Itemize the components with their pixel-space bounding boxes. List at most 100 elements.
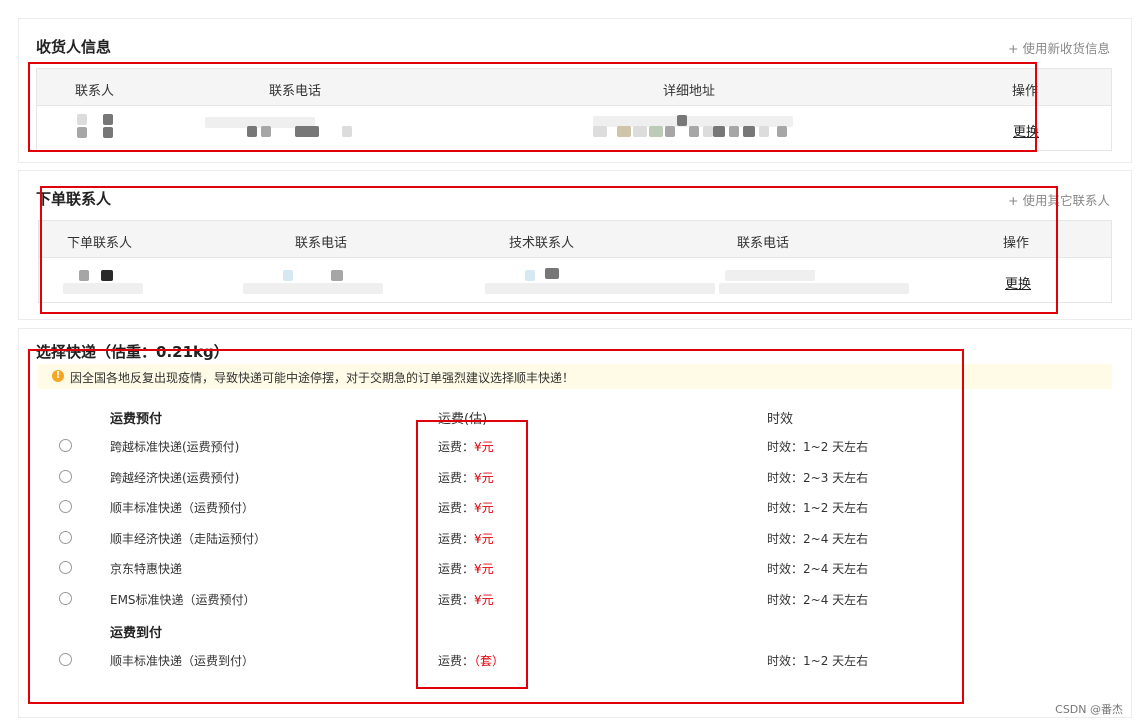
fee-label: 运费： bbox=[438, 440, 475, 454]
redacted-tech bbox=[485, 283, 715, 294]
redacted-address bbox=[777, 126, 787, 137]
redacted-address bbox=[649, 126, 663, 137]
redacted-phone bbox=[261, 126, 271, 137]
redacted-address bbox=[759, 126, 769, 137]
redacted-address bbox=[729, 126, 739, 137]
redacted-phone bbox=[331, 270, 343, 281]
col-action: 操作 bbox=[1012, 84, 1039, 99]
fee-label: 运费： bbox=[438, 593, 475, 607]
fee: 运费：（套） bbox=[438, 652, 504, 669]
fee: 运费：¥元 bbox=[438, 499, 494, 516]
shipping-radio[interactable] bbox=[59, 531, 72, 544]
fee-column-header: 运费(估) bbox=[438, 412, 488, 427]
eta: 时效：1~2 天左右 bbox=[767, 501, 869, 515]
col-address: 详细地址 bbox=[663, 84, 716, 99]
service-name: 顺丰标准快递（运费预付） bbox=[110, 501, 255, 515]
order-contact-title: 下单联系人 bbox=[36, 190, 112, 208]
prepaid-group-label: 运费预付 bbox=[110, 412, 163, 427]
service-name: 顺丰标准快递（运费到付） bbox=[110, 654, 255, 668]
receiver-title: 收货人信息 bbox=[36, 38, 112, 56]
redacted-address bbox=[665, 126, 675, 137]
service-name: 跨越标准快递(运费预付) bbox=[110, 440, 240, 454]
col-action: 操作 bbox=[1003, 236, 1030, 251]
collect-group-label: 运费到付 bbox=[110, 626, 163, 641]
col-order-contact: 下单联系人 bbox=[67, 236, 133, 251]
shipping-radio[interactable] bbox=[59, 500, 72, 513]
eta-column-header: 时效 bbox=[767, 412, 794, 427]
notice-text: 因全国各地反复出现疫情，导致快递可能中途停摆，对于交期急的订单强烈建议选择顺丰快… bbox=[70, 371, 575, 385]
redacted-address bbox=[593, 126, 607, 137]
fee: 运费：¥元 bbox=[438, 560, 494, 577]
shipping-radio[interactable] bbox=[59, 439, 72, 452]
shipping-radio[interactable] bbox=[59, 470, 72, 483]
fee: 运费：¥元 bbox=[438, 591, 494, 608]
redacted-name bbox=[77, 127, 87, 138]
order-contact-table-header: 下单联系人 联系电话 技术联系人 联系电话 操作 bbox=[39, 221, 1111, 258]
redacted-address bbox=[703, 126, 713, 137]
watermark: CSDN @番杰 bbox=[1055, 703, 1123, 716]
shipping-radio[interactable] bbox=[59, 653, 72, 666]
redacted-name bbox=[103, 127, 113, 138]
redacted-address bbox=[677, 115, 687, 126]
eta: 时效：1~2 天左右 bbox=[767, 654, 869, 668]
fee-value: ¥元 bbox=[474, 532, 494, 546]
shipping-radio[interactable] bbox=[59, 592, 72, 605]
eta: 时效：2~3 天左右 bbox=[767, 471, 869, 485]
eta: 时效：2~4 天左右 bbox=[767, 562, 869, 576]
redacted-phone bbox=[243, 283, 383, 294]
redacted-address bbox=[617, 126, 631, 137]
eta: 时效：2~4 天左右 bbox=[767, 532, 869, 546]
warning-icon: ! bbox=[52, 370, 64, 382]
fee-value: ¥元 bbox=[474, 471, 494, 485]
col-contact: 联系人 bbox=[75, 84, 115, 99]
epidemic-notice: ! 因全国各地反复出现疫情，导致快递可能中途停摆，对于交期急的订单强烈建议选择顺… bbox=[38, 364, 1112, 389]
receiver-change-link[interactable]: 更换 bbox=[1013, 121, 1039, 140]
fee-value: ¥元 bbox=[474, 593, 494, 607]
shipping-radio[interactable] bbox=[59, 561, 72, 574]
fee-label: 运费： bbox=[438, 654, 475, 668]
fee-value: ¥元 bbox=[474, 440, 494, 454]
col-tech-contact: 技术联系人 bbox=[509, 236, 575, 251]
redacted-name bbox=[101, 270, 113, 281]
fee-value: ¥元 bbox=[474, 501, 494, 515]
order-contact-table: 下单联系人 联系电话 技术联系人 联系电话 操作 更换 bbox=[38, 220, 1112, 303]
redacted-address bbox=[713, 126, 725, 137]
fee-value: （套） bbox=[474, 654, 505, 668]
redacted-address bbox=[633, 126, 647, 137]
eta: 时效：1~2 天左右 bbox=[767, 440, 869, 454]
redacted-tech bbox=[545, 268, 559, 279]
redacted-tech-phone bbox=[725, 270, 815, 281]
redacted-phone bbox=[342, 126, 352, 137]
fee-label: 运费： bbox=[438, 471, 475, 485]
receiver-table: 联系人 联系电话 详细地址 操作 更换 bbox=[36, 68, 1112, 151]
redacted-phone bbox=[283, 270, 293, 281]
receiver-table-header: 联系人 联系电话 详细地址 操作 bbox=[37, 69, 1111, 106]
col-tech-phone: 联系电话 bbox=[737, 236, 790, 251]
redacted-phone bbox=[295, 126, 319, 137]
redacted-phone bbox=[247, 126, 257, 137]
service-name: 跨越经济快递(运费预付) bbox=[110, 471, 240, 485]
redacted-tech-phone bbox=[719, 283, 909, 294]
new-receiver-link[interactable]: + 使用新收货信息 bbox=[1008, 38, 1110, 57]
col-phone: 联系电话 bbox=[295, 236, 348, 251]
redacted-address bbox=[743, 126, 755, 137]
fee-label: 运费： bbox=[438, 562, 475, 576]
service-name: 顺丰经济快递（走陆运预付） bbox=[110, 532, 267, 546]
service-name: EMS标准快递（运费预付） bbox=[110, 593, 256, 607]
shipping-title: 选择快递（估重：0.21kg） bbox=[36, 343, 229, 361]
redacted-name bbox=[103, 114, 113, 125]
redacted-address bbox=[689, 126, 699, 137]
fee: 运费：¥元 bbox=[438, 469, 494, 486]
fee-label: 运费： bbox=[438, 501, 475, 515]
fee-value: ¥元 bbox=[474, 562, 494, 576]
redacted-name bbox=[79, 270, 89, 281]
fee: 运费：¥元 bbox=[438, 530, 494, 547]
eta: 时效：2~4 天左右 bbox=[767, 593, 869, 607]
service-name: 京东特惠快递 bbox=[110, 562, 183, 576]
order-contact-change-link[interactable]: 更换 bbox=[1005, 273, 1031, 292]
redacted-tech bbox=[525, 270, 535, 281]
redacted-name bbox=[77, 114, 87, 125]
fee: 运费：¥元 bbox=[438, 438, 494, 455]
col-phone: 联系电话 bbox=[269, 84, 322, 99]
other-contact-link[interactable]: + 使用其它联系人 bbox=[1008, 190, 1110, 209]
